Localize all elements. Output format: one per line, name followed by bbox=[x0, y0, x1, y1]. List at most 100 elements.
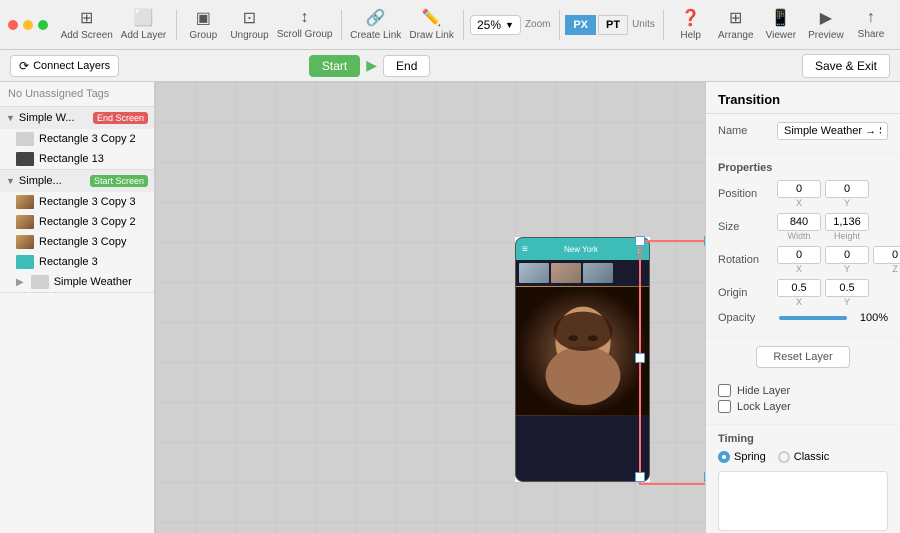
spring-option[interactable]: Spring bbox=[718, 451, 766, 463]
main-area: No Unassigned Tags ▼ Simple W... End Scr… bbox=[0, 82, 900, 533]
viewer-button[interactable]: 📱 Viewer bbox=[760, 4, 802, 45]
screen-header-1[interactable]: ▼ Simple W... End Screen bbox=[0, 107, 154, 129]
classic-label: Classic bbox=[794, 451, 829, 463]
opacity-slider[interactable] bbox=[779, 316, 847, 320]
properties-label: Properties bbox=[718, 162, 888, 174]
selection-handle-bm[interactable] bbox=[704, 472, 705, 482]
group-label: Group bbox=[189, 30, 217, 41]
zoom-control[interactable]: 25% ▼ bbox=[470, 15, 521, 35]
transition-panel: Transition Name Properties Position X Y bbox=[705, 82, 900, 533]
rotation-y-input[interactable] bbox=[825, 246, 869, 264]
rotation-x-input[interactable] bbox=[777, 246, 821, 264]
sep3 bbox=[463, 10, 464, 40]
sep2 bbox=[341, 10, 342, 40]
unit-pt-button[interactable]: PT bbox=[598, 15, 628, 35]
layer-thumbnail bbox=[16, 152, 34, 166]
add-screen-label: Add Screen bbox=[61, 30, 113, 41]
arrange-button[interactable]: ⊞ Arrange bbox=[714, 4, 758, 45]
group-button[interactable]: ▣ Group bbox=[182, 4, 224, 45]
classic-option[interactable]: Classic bbox=[778, 451, 829, 463]
flow-controls: Start ▶ End bbox=[309, 55, 430, 77]
position-x-input[interactable] bbox=[777, 180, 821, 198]
save-exit-button[interactable]: Save & Exit bbox=[802, 54, 890, 78]
create-link-button[interactable]: 🔗 Create Link bbox=[347, 4, 404, 45]
connect-layers-icon: ⟳ bbox=[19, 59, 29, 73]
connect-layers-button[interactable]: ⟳ Connect Layers bbox=[10, 55, 119, 77]
lock-layer-checkbox[interactable] bbox=[718, 400, 731, 413]
layer-item[interactable]: Rectangle 3 Copy 2 bbox=[0, 212, 154, 232]
layer-thumbnail bbox=[16, 132, 34, 146]
size-width-input[interactable] bbox=[777, 213, 821, 231]
origin-label: Origin bbox=[718, 287, 773, 299]
minimize-btn[interactable] bbox=[23, 20, 33, 30]
size-w-pair: Width bbox=[777, 213, 821, 241]
layer-item[interactable]: Rectangle 3 Copy bbox=[0, 232, 154, 252]
panel-title: Transition bbox=[706, 82, 900, 114]
close-btn[interactable] bbox=[8, 20, 18, 30]
add-layer-button[interactable]: ⬜ Add Layer bbox=[117, 4, 169, 45]
add-screen-button[interactable]: ⊞ Add Screen bbox=[58, 4, 115, 45]
selection-handle-bl[interactable] bbox=[635, 472, 645, 482]
hide-layer-checkbox[interactable] bbox=[718, 384, 731, 397]
arrange-icon: ⊞ bbox=[729, 8, 742, 28]
share-icon: ↑ bbox=[867, 9, 875, 27]
phone-thumb-1 bbox=[519, 263, 549, 283]
layer-item[interactable]: Rectangle 3 Copy 2 bbox=[0, 129, 154, 149]
rot-z-label: Z bbox=[873, 264, 900, 274]
reset-section: Reset Layer bbox=[706, 338, 900, 376]
layer-item[interactable]: Rectangle 13 bbox=[0, 149, 154, 169]
screen-expand-icon: ▼ bbox=[6, 113, 15, 123]
position-label: Position bbox=[718, 188, 773, 200]
reset-layer-button[interactable]: Reset Layer bbox=[756, 346, 849, 368]
layer-item[interactable]: ▶ Simple Weather bbox=[0, 272, 154, 292]
origin-x-input[interactable] bbox=[777, 279, 821, 297]
opacity-label: Opacity bbox=[718, 312, 773, 324]
ungroup-button[interactable]: ⊡ Ungroup bbox=[226, 4, 272, 45]
share-button[interactable]: ↑ Share bbox=[850, 5, 892, 44]
pos-y-pair: Y bbox=[825, 180, 869, 208]
size-height-input[interactable] bbox=[825, 213, 869, 231]
layer-item[interactable]: Rectangle 3 Copy 3 bbox=[0, 192, 154, 212]
selection-handle-tl[interactable] bbox=[635, 236, 645, 246]
arrange-label: Arrange bbox=[718, 30, 754, 41]
opacity-row: Opacity 100% bbox=[718, 312, 888, 324]
spring-radio-dot bbox=[718, 451, 730, 463]
end-button[interactable]: End bbox=[383, 55, 430, 77]
add-layer-label: Add Layer bbox=[121, 30, 167, 41]
classic-radio-dot bbox=[778, 451, 790, 463]
rotation-z-input[interactable] bbox=[873, 246, 900, 264]
hide-layer-label: Hide Layer bbox=[737, 385, 790, 397]
draw-link-button[interactable]: ✏️ Draw Link bbox=[406, 4, 457, 45]
position-y-input[interactable] bbox=[825, 180, 869, 198]
screen-name-2: Simple... bbox=[19, 175, 86, 187]
phone-content-area bbox=[516, 416, 649, 424]
layer-item[interactable]: Rectangle 3 bbox=[0, 252, 154, 272]
selection-handle-ml[interactable] bbox=[635, 353, 645, 363]
canvas-area[interactable]: ≡ New York ⋮ bbox=[155, 82, 705, 533]
layer-thumbnail bbox=[16, 215, 34, 229]
screen-header-2[interactable]: ▼ Simple... Start Screen bbox=[0, 170, 154, 192]
share-label: Share bbox=[858, 29, 885, 40]
layer-name: Rectangle 3 bbox=[39, 256, 98, 268]
start-button[interactable]: Start bbox=[309, 55, 360, 77]
scroll-group-button[interactable]: ↕ Scroll Group bbox=[275, 5, 335, 44]
unit-px-button[interactable]: PX bbox=[565, 15, 596, 35]
size-w-label: Width bbox=[777, 231, 821, 241]
help-label: Help bbox=[680, 30, 701, 41]
main-toolbar: ⊞ Add Screen ⬜ Add Layer ▣ Group ⊡ Ungro… bbox=[0, 0, 900, 50]
connect-layers-label: Connect Layers bbox=[33, 60, 110, 72]
layer-name: Simple Weather bbox=[54, 276, 132, 288]
lock-layer-label: Lock Layer bbox=[737, 401, 791, 413]
layer-thumbnail bbox=[31, 275, 49, 289]
rotation-row: Rotation X Y Z bbox=[718, 246, 888, 274]
timing-section: Timing Spring Classic bbox=[706, 425, 900, 533]
portrait-svg bbox=[516, 286, 649, 416]
maximize-btn[interactable] bbox=[38, 20, 48, 30]
origin-y-input[interactable] bbox=[825, 279, 869, 297]
play-icon[interactable]: ▶ bbox=[366, 57, 377, 74]
help-button[interactable]: ❓ Help bbox=[670, 4, 712, 45]
preview-button[interactable]: ▶ Preview bbox=[804, 4, 848, 45]
selection-handle-tm[interactable] bbox=[704, 236, 705, 246]
name-input[interactable] bbox=[777, 122, 888, 140]
opacity-value: 100% bbox=[853, 312, 888, 324]
